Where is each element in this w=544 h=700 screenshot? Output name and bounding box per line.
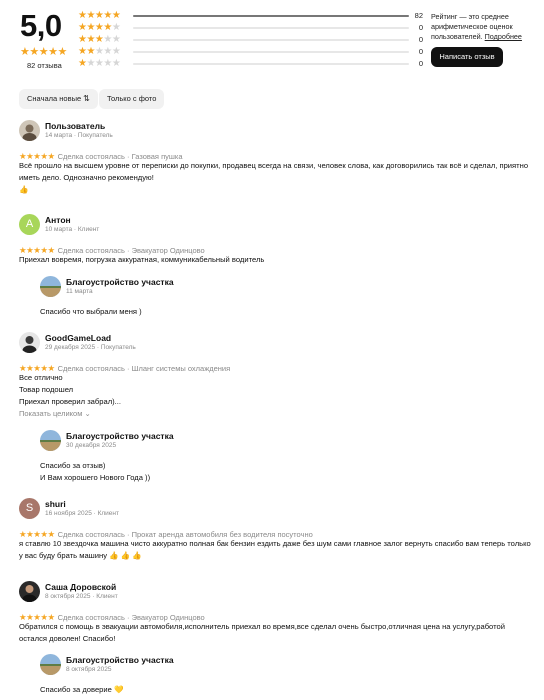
review-text: я ставлю 10 звездочка машина чисто аккур… [19,539,531,560]
avatar [19,332,40,353]
avatar: А [19,214,40,235]
rating-row-3: ★★★★★ 0 [78,34,423,46]
show-full-link[interactable]: Показать целиком ⌄ [19,408,534,420]
only-with-photo-button[interactable]: Только с фото [99,89,165,109]
rating-score: 5,0 [20,8,62,43]
review-text-body: Всё прошло на высшем уровне от переписки… [19,161,529,182]
review-line: Все отлично [19,373,63,382]
review-text: Приехал вовремя, погрузка аккуратная, ко… [19,255,265,264]
rating-bar [133,39,409,41]
review-emoji: 👍 [19,185,29,194]
reviews-count: 82 отзыва [27,61,62,70]
write-review-button[interactable]: Написать отзыв [431,47,503,67]
rating-count: 0 [418,47,423,56]
rating-stars: ★★★★★ [20,46,67,58]
details-link[interactable]: Подробнее [485,32,522,41]
reply-text: Спасибо за доверие 💛 [40,685,124,694]
review-text: Все отлично Товар подошел Приехал провер… [19,372,534,420]
reply-text: Спасибо за отзыв) И Вам хорошего Нового … [40,460,520,484]
review-author[interactable]: Саша Доровской [45,582,116,592]
avatar [19,581,40,602]
rating-note: Рейтинг — это среднее арифметическое оце… [431,12,541,42]
rating-row-1: ★★★★★ 0 [78,58,423,70]
rating-bar [133,63,409,65]
review-author[interactable]: Антон [45,215,71,225]
reply-date: 11 марта [66,288,93,295]
reply-text: Спасибо что выбрали меня ) [40,307,142,316]
rating-summary: 5,0 ★★★★★ 82 отзыва ★★★★★ 82 ★★★★★ 0 ★★★… [0,0,544,80]
rating-bar [133,51,409,53]
seller-avatar [40,430,61,451]
seller-name[interactable]: Благоустройство участка [66,277,174,287]
star-icons: ★★★★★ [78,10,121,21]
sort-label: Сначала новые [27,94,82,103]
rating-bar [133,27,409,29]
reply-line: Спасибо за отзыв) [40,461,106,470]
rating-row-5: ★★★★★ 82 [78,10,423,22]
sort-icon: ⇅ [83,94,90,103]
rating-count: 0 [418,59,423,68]
review-author[interactable]: GoodGameLoad [45,333,111,343]
review-author[interactable]: Пользователь [45,121,105,131]
seller-name[interactable]: Благоустройство участка [66,655,174,665]
review-line: Товар подошел [19,385,74,394]
rating-bar-fill [133,15,409,17]
rating-count: 82 [414,11,423,20]
avatar [19,120,40,141]
rating-count: 0 [418,35,423,44]
rating-bar [133,15,409,17]
review-author[interactable]: shuri [45,499,66,509]
star-icons: ★★★★★ [78,58,121,69]
review-meta: 10 марта · Клиент [45,226,100,233]
reply-line: И Вам хорошего Нового Года )) [40,473,151,482]
review-meta: 8 октября 2025 · Клиент [45,593,118,600]
rating-breakdown: ★★★★★ 82 ★★★★★ 0 ★★★★★ 0 ★★★★★ 0 ★★★★★ 0 [78,10,423,70]
sort-newest-button[interactable]: Сначала новые ⇅ [19,89,98,109]
reply-date: 8 октября 2025 [66,666,112,673]
avatar: S [19,498,40,519]
seller-avatar [40,654,61,675]
review-line: Приехал проверил забрал)... [19,397,121,406]
reply-date: 30 декабря 2025 [66,442,117,449]
review-meta: 16 ноября 2025 · Клиент [45,510,119,517]
rating-row-4: ★★★★★ 0 [78,22,423,34]
star-icons: ★★★★★ [78,34,121,45]
seller-avatar [40,276,61,297]
rating-row-2: ★★★★★ 0 [78,46,423,58]
star-icons: ★★★★★ [78,46,121,57]
review-text: Всё прошло на высшем уровне от переписки… [19,160,534,196]
rating-count: 0 [418,23,423,32]
star-icons: ★★★★★ [78,22,121,33]
review-meta: 14 марта · Покупатель [45,132,113,139]
seller-name[interactable]: Благоустройство участка [66,431,174,441]
review-text: Обратился с помощь в эвакуации автомобил… [19,622,505,643]
review-meta: 29 декабря 2025 · Покупатель [45,344,136,351]
